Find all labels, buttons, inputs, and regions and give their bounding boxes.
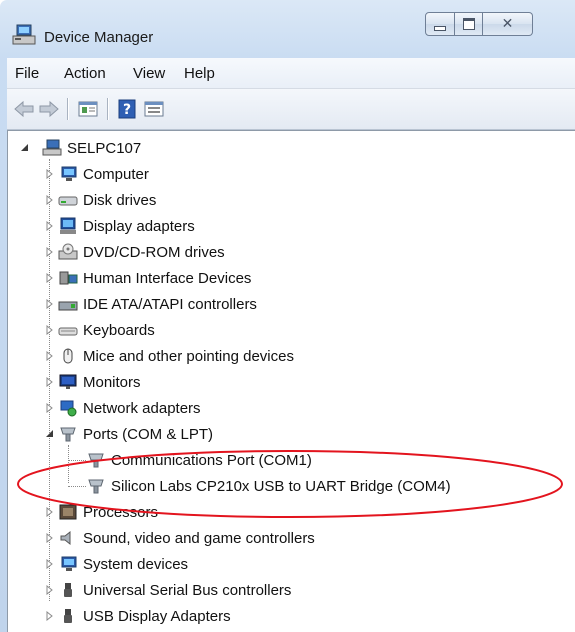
close-button[interactable]: ✕: [483, 12, 533, 36]
maximize-button[interactable]: [455, 12, 483, 36]
tree-category-label: System devices: [83, 555, 189, 573]
expand-arrow-icon-5[interactable]: [45, 299, 55, 309]
expand-arrow-icon-11[interactable]: [45, 507, 55, 517]
processor-icon: [59, 504, 77, 520]
device-tree[interactable]: SELPC107 Computer Disk drives Display adapt…: [7, 130, 575, 632]
network-adapter-icon: [60, 400, 77, 417]
root-collapse-arrow-icon[interactable]: [20, 143, 30, 153]
tree-root[interactable]: SELPC107: [42, 137, 141, 159]
computer-icon: [61, 166, 77, 181]
expand-arrow-icon-12[interactable]: [45, 533, 55, 543]
expand-arrow-icon-9[interactable]: [45, 403, 55, 413]
tree-category-label: Network adapters: [83, 399, 201, 417]
tree-category[interactable]: Display adapters: [58, 215, 195, 237]
client-area: File Action View Help ? SELPC107 Compute…: [7, 58, 575, 632]
tree-category-label: Computer: [83, 165, 149, 183]
display-adapter-icon: [60, 217, 76, 234]
speaker-icon: [60, 530, 71, 546]
expand-arrow-icon-15[interactable]: [45, 611, 55, 621]
svg-text:?: ?: [123, 102, 131, 118]
tree-device-label: Communications Port (COM1): [111, 451, 312, 469]
back-arrow-icon[interactable]: [13, 98, 35, 120]
tree-category-label: Processors: [83, 503, 159, 521]
tree-category[interactable]: Universal Serial Bus controllers: [58, 579, 291, 601]
expand-arrow-icon-1[interactable]: [45, 195, 55, 205]
port-icon: [60, 427, 76, 442]
tree-category-label: Mice and other pointing devices: [83, 347, 294, 365]
tree-category[interactable]: Processors: [58, 501, 158, 523]
menu-help[interactable]: Help: [184, 65, 215, 82]
port-icon: [88, 479, 104, 494]
tree-category[interactable]: Monitors: [58, 371, 141, 393]
update-driver-icon[interactable]: [143, 98, 165, 120]
disk-drive-icon: [58, 196, 78, 206]
tree-category-label: USB Display Adapters: [83, 607, 231, 625]
title-bar[interactable]: Device Manager ✕: [0, 0, 575, 58]
tree-category[interactable]: Sound, video and game controllers: [58, 527, 315, 549]
menu-action[interactable]: Action: [64, 65, 106, 82]
tree-category[interactable]: DVD/CD-ROM drives: [58, 241, 225, 263]
tree-category[interactable]: Computer: [58, 163, 149, 185]
system-device-icon: [61, 556, 77, 571]
menu-view[interactable]: View: [133, 65, 165, 82]
usb-icon: [64, 583, 72, 597]
expand-arrow-icon-10[interactable]: [45, 429, 55, 439]
expand-arrow-icon-4[interactable]: [45, 273, 55, 283]
properties-icon[interactable]: [77, 98, 99, 120]
forward-arrow-icon[interactable]: [38, 98, 60, 120]
keyboard-icon: [58, 327, 78, 336]
expand-arrow-icon-13[interactable]: [45, 559, 55, 569]
tree-category-label: Disk drives: [83, 191, 157, 209]
close-icon: ✕: [501, 16, 514, 32]
minimize-button[interactable]: [425, 12, 455, 36]
maximize-icon: [462, 18, 475, 30]
tree-category[interactable]: Mice and other pointing devices: [58, 345, 294, 367]
tree-category-label: Universal Serial Bus controllers: [83, 581, 292, 599]
tree-category-label: Human Interface Devices: [83, 269, 252, 287]
tree-category-label: DVD/CD-ROM drives: [83, 243, 225, 261]
tree-category-label: Ports (COM & LPT): [83, 425, 214, 443]
help-icon[interactable]: ?: [116, 98, 138, 120]
toolbar: ?: [7, 89, 575, 130]
menu-file[interactable]: File: [15, 65, 39, 82]
tree-category[interactable]: System devices: [58, 553, 188, 575]
tree-category[interactable]: USB Display Adapters: [58, 605, 231, 627]
device-manager-app-icon: [12, 24, 36, 45]
tree-category[interactable]: Network adapters: [58, 397, 201, 419]
expand-arrow-icon-7[interactable]: [45, 351, 55, 361]
tree-category-label: IDE ATA/ATAPI controllers: [83, 295, 257, 313]
usb-icon: [64, 609, 72, 623]
tree-device[interactable]: Communications Port (COM1): [86, 449, 312, 471]
menu-bar: File Action View Help: [7, 58, 575, 89]
mouse-icon: [63, 348, 73, 364]
tree-category[interactable]: Ports (COM & LPT): [58, 423, 213, 445]
tree-category-label: Sound, video and game controllers: [83, 529, 315, 547]
tree-category[interactable]: IDE ATA/ATAPI controllers: [58, 293, 257, 315]
expand-arrow-icon-0[interactable]: [45, 169, 55, 179]
tree-device[interactable]: Silicon Labs CP210x USB to UART Bridge (…: [86, 475, 451, 497]
window-title: Device Manager: [44, 29, 154, 46]
minimize-icon: [434, 25, 446, 31]
expand-arrow-icon-2[interactable]: [45, 221, 55, 231]
ide-controller-icon: [58, 301, 78, 311]
tree-category-label: Keyboards: [83, 321, 155, 339]
tree-category-label: Display adapters: [83, 217, 195, 235]
expand-arrow-icon-14[interactable]: [45, 585, 55, 595]
tree-device-label: Silicon Labs CP210x USB to UART Bridge (…: [111, 477, 451, 495]
tree-category[interactable]: Human Interface Devices: [58, 267, 251, 289]
root-computer-icon: [42, 139, 62, 156]
monitor-icon: [59, 374, 77, 389]
port-icon: [88, 453, 104, 468]
expand-arrow-icon-8[interactable]: [45, 377, 55, 387]
tree-root-label: SELPC107: [67, 139, 142, 157]
hid-icon: [59, 271, 78, 285]
dvd-drive-icon: [58, 243, 78, 260]
tree-category[interactable]: Keyboards: [58, 319, 155, 341]
expand-arrow-icon-6[interactable]: [45, 325, 55, 335]
device-manager-window: Device Manager ✕ File Action View Help ?…: [0, 0, 575, 632]
expand-arrow-icon-3[interactable]: [45, 247, 55, 257]
tree-category-label: Monitors: [83, 373, 141, 391]
tree-category[interactable]: Disk drives: [58, 189, 156, 211]
